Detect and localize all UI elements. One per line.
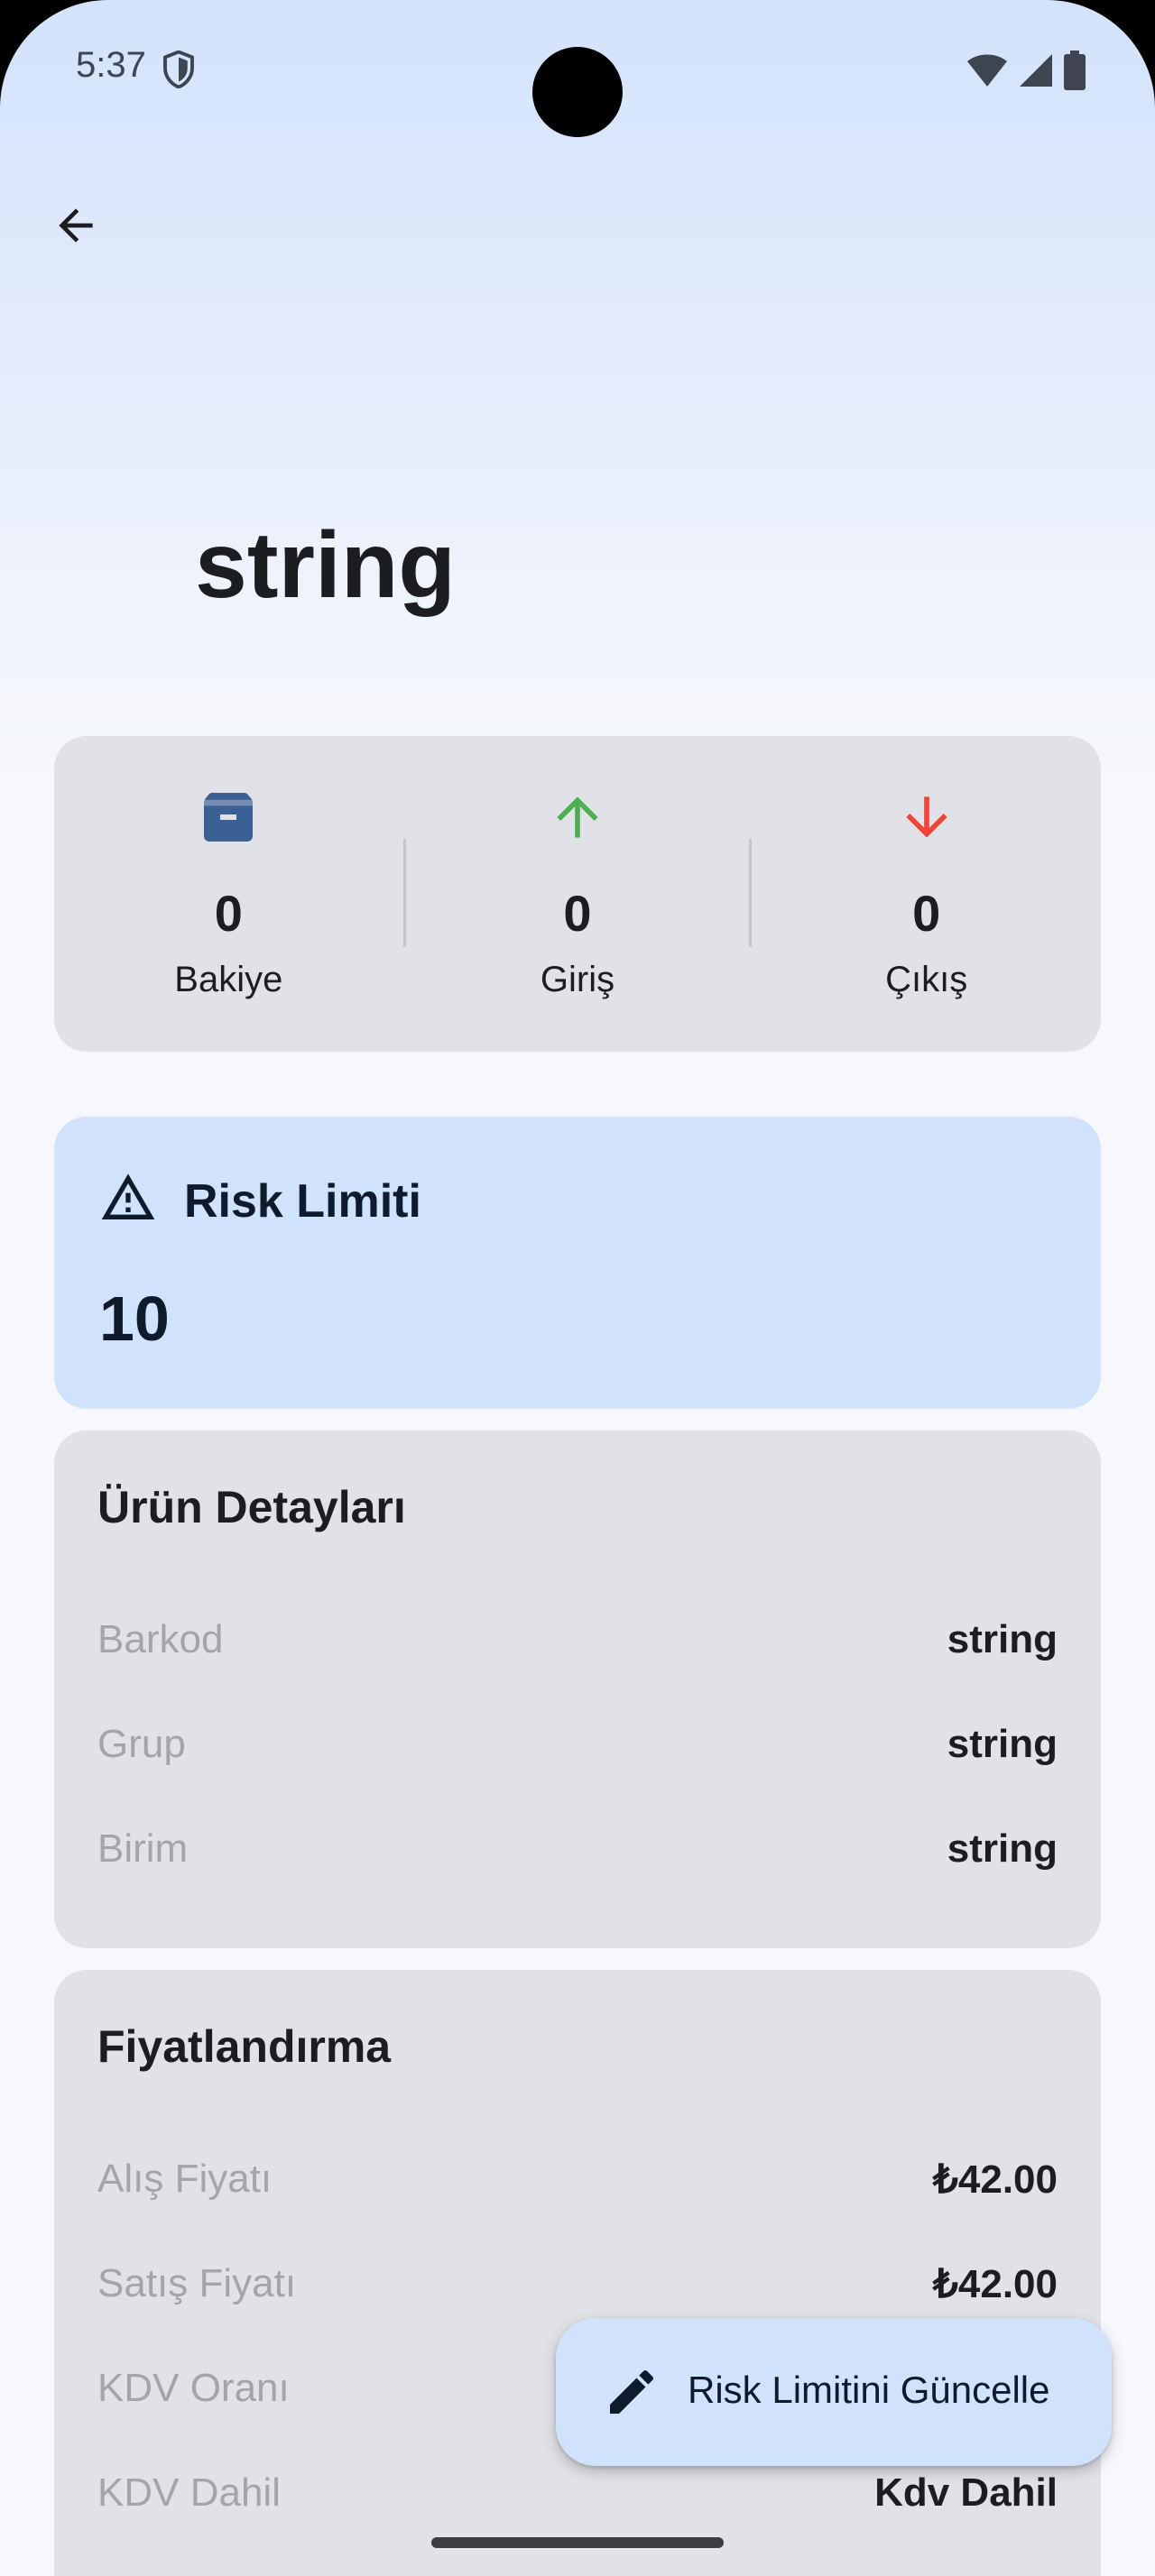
section-title: Ürün Detayları bbox=[97, 1482, 406, 1532]
back-button[interactable] bbox=[40, 189, 112, 262]
detail-row-unit: Birim string bbox=[97, 1822, 1058, 1876]
detail-label: Grup bbox=[97, 1722, 186, 1766]
stat-in: 0 Giriş bbox=[402, 736, 753, 1052]
pricing-label: Satış Fiyatı bbox=[97, 2261, 297, 2305]
pricing-value: ₺42.00 bbox=[932, 2261, 1058, 2306]
stat-balance: 0 Bakiye bbox=[54, 736, 403, 1052]
risk-limit-card: Risk Limiti 10 bbox=[54, 1117, 1101, 1409]
pricing-row-sale-price: Satış Fiyatı ₺42.00 bbox=[97, 2257, 1058, 2311]
detail-row-barcode: Barkod string bbox=[97, 1613, 1058, 1667]
status-icons bbox=[966, 51, 1086, 90]
warning-icon bbox=[101, 1173, 155, 1219]
detail-label: Birim bbox=[97, 1826, 189, 1871]
detail-row-group: Grup string bbox=[97, 1717, 1058, 1771]
update-risk-limit-button[interactable]: Risk Limitini Güncelle bbox=[556, 2318, 1112, 2466]
risk-limit-value: 10 bbox=[99, 1283, 170, 1354]
stat-out: 0 Çıkış bbox=[752, 736, 1101, 1052]
detail-value: string bbox=[947, 1617, 1058, 1661]
archive-box-icon bbox=[204, 793, 254, 842]
stat-value: 0 bbox=[912, 885, 941, 942]
cell-signal-icon bbox=[1020, 54, 1052, 87]
stock-summary-card: 0 Bakiye 0 Giriş 0 Çıkış bbox=[54, 736, 1101, 1052]
pricing-row-vat-included: KDV Dahil Kdv Dahil bbox=[97, 2466, 1058, 2520]
arrow-up-icon bbox=[557, 796, 598, 838]
pricing-label: Alış Fiyatı bbox=[97, 2157, 273, 2201]
pricing-card: Fiyatlandırma Alış Fiyatı ₺42.00 Satış F… bbox=[54, 1970, 1101, 2576]
pricing-value: ₺42.00 bbox=[932, 2157, 1058, 2202]
pricing-row-purchase-price: Alış Fiyatı ₺42.00 bbox=[97, 2152, 1058, 2206]
detail-label: Barkod bbox=[97, 1617, 224, 1661]
arrow-back-icon bbox=[59, 208, 93, 243]
pricing-value: Kdv Dahil bbox=[874, 2470, 1058, 2515]
product-details-card: Ürün Detayları Barkod string Grup string… bbox=[54, 1431, 1101, 1948]
pricing-label: KDV Dahil bbox=[97, 2470, 281, 2515]
section-title: Fiyatlandırma bbox=[97, 2021, 392, 2072]
detail-value: string bbox=[947, 1722, 1058, 1766]
stat-label: Giriş bbox=[540, 960, 615, 999]
risk-limit-title: Risk Limiti bbox=[184, 1175, 421, 1228]
stat-value: 0 bbox=[214, 885, 243, 942]
status-time: 5:37 bbox=[76, 45, 146, 85]
fab-label: Risk Limitini Güncelle bbox=[688, 2369, 1050, 2411]
stat-value: 0 bbox=[563, 885, 592, 942]
edit-pencil-icon bbox=[610, 2369, 654, 2414]
status-bar: 5:37 bbox=[0, 0, 1155, 137]
home-indicator[interactable] bbox=[431, 2537, 724, 2548]
page-title: string bbox=[195, 513, 456, 618]
arrow-down-icon bbox=[906, 796, 947, 838]
wifi-icon bbox=[967, 54, 1007, 87]
shield-icon bbox=[163, 51, 194, 88]
detail-value: string bbox=[947, 1826, 1058, 1871]
stat-label: Bakiye bbox=[174, 960, 283, 999]
camera-cutout bbox=[532, 47, 623, 137]
stat-label: Çıkış bbox=[885, 960, 968, 999]
battery-icon bbox=[1064, 51, 1086, 90]
app-screen: 5:37 string 0 Bakiye 0 Giriş 0 Çıkış Ris… bbox=[0, 0, 1155, 2576]
pricing-label: KDV Oranı bbox=[97, 2366, 290, 2410]
